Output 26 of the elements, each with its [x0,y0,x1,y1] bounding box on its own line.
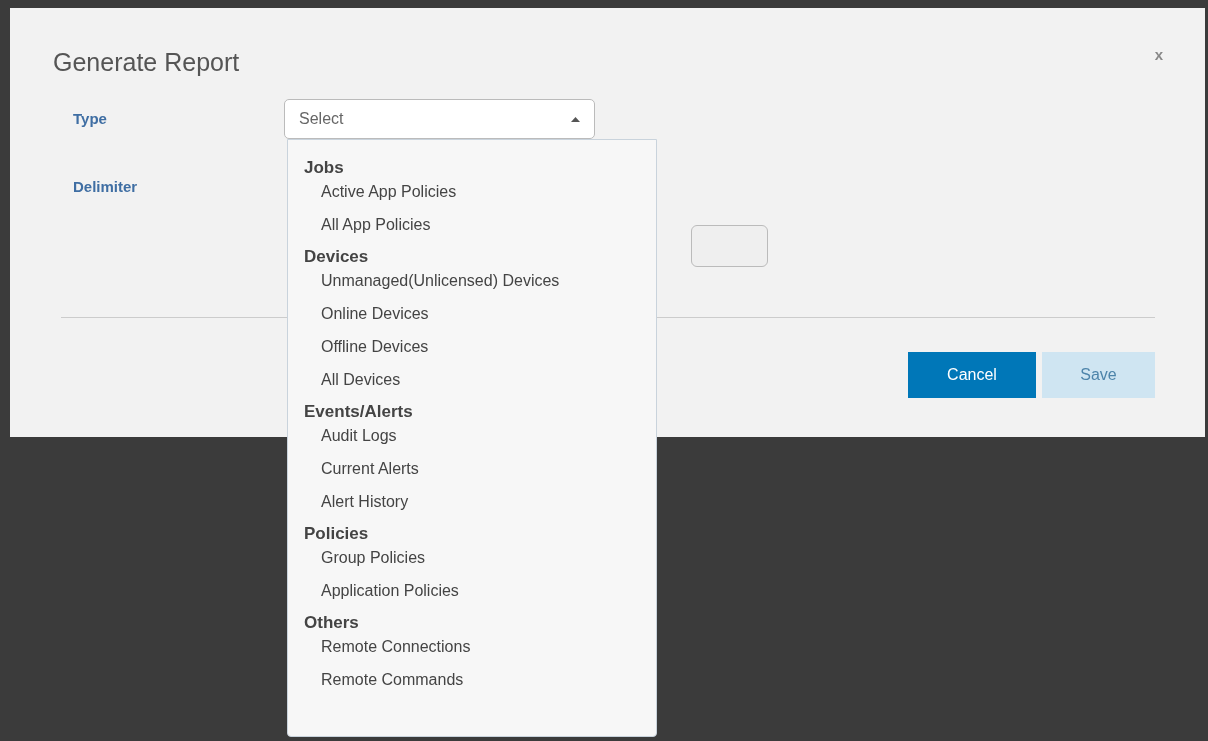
dropdown-option[interactable]: All App Policies [321,214,656,247]
field-label: Delimiter [73,177,139,195]
action-button[interactable]: Cancel [908,352,1036,398]
dialog-title: Generate Report [53,48,241,77]
dropdown-option[interactable]: Unmanaged(Unlicensed) Devices [321,270,656,303]
group-heading: Others [304,613,360,634]
dropdown-option[interactable]: Application Policies [321,580,656,613]
group-heading: Events/Alerts [304,402,414,423]
dropdown-option[interactable]: Active App Policies [321,181,656,214]
dropdown-option[interactable]: All Devices [321,369,656,402]
dropdown-option[interactable]: Online Devices [321,303,656,336]
delimiter-input[interactable] [691,225,768,267]
group-heading: Devices [304,247,370,268]
dropdown-option[interactable]: Remote Connections [321,636,656,669]
type-select[interactable]: Select [284,99,595,139]
caret-up-icon [571,116,580,122]
group-heading: Jobs [304,158,345,179]
dropdown-option[interactable]: Offline Devices [321,336,656,369]
dropdown-option[interactable]: Audit Logs [321,425,656,458]
dropdown-option[interactable]: Alert History [321,491,656,524]
field-label: Type [73,109,108,127]
dropdown-option[interactable]: Remote Commands [321,669,656,702]
dropdown-option[interactable]: Current Alerts [321,458,656,491]
group-heading: Policies [304,524,370,545]
select-placeholder: Select [299,110,344,128]
dropdown-option[interactable]: Group Policies [321,547,656,580]
